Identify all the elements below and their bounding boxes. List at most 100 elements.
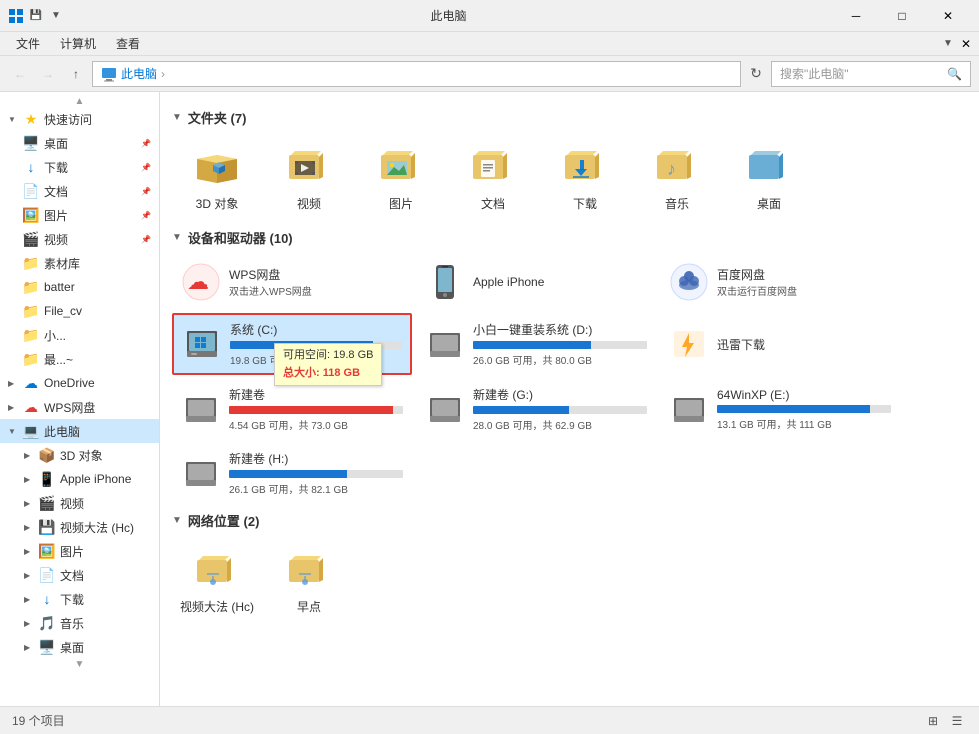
nav-bar: ← → ↑ 此电脑 › ↻ 搜索"此电脑" 🔍 — [0, 56, 979, 92]
sidebar-videos[interactable]: ▶ 🎬 视频 — [0, 491, 159, 515]
sidebar-quick-access[interactable]: ▼ ★ 快速访问 — [0, 107, 159, 131]
download-icon-2: ↓ — [38, 590, 56, 608]
drive-g[interactable]: 新建卷 (G:) 28.0 GB 可用，共 62.9 GB — [416, 379, 656, 439]
menu-view[interactable]: 查看 — [108, 33, 148, 54]
sidebar-desktop-2-label: 桌面 — [60, 639, 84, 656]
folder-downloads-icon — [561, 143, 609, 191]
refresh-button[interactable]: ↻ — [745, 62, 767, 86]
drive-new-vol-name: 新建卷 — [229, 386, 403, 403]
forward-button[interactable]: → — [36, 62, 60, 86]
pin-icon: 📌 — [141, 211, 151, 220]
scroll-down-arrow[interactable]: ▼ — [0, 659, 159, 670]
sidebar-item-filecv-label: File_cv — [44, 304, 82, 318]
wps-cloud-info: WPS网盘 双击进入WPS网盘 — [229, 266, 403, 298]
folder-icon-3: 📁 — [22, 302, 40, 320]
wps-cloud-name: WPS网盘 — [229, 266, 403, 283]
up-button[interactable]: ↑ — [64, 62, 88, 86]
sidebar-downloads-2[interactable]: ▶ ↓ 下载 — [0, 587, 159, 611]
network-video-label: 视频大法 (Hc) — [180, 598, 254, 615]
drive-g-info: 新建卷 (G:) 28.0 GB 可用，共 62.9 GB — [473, 386, 647, 432]
scroll-up-arrow[interactable]: ▲ — [0, 96, 159, 107]
menu-file[interactable]: 文件 — [8, 33, 48, 54]
network-section-title: 网络位置 (2) — [188, 511, 260, 530]
menu-bar: 文件 计算机 查看 ▼ ✕ — [0, 32, 979, 56]
drive-c-progress-wrap — [230, 341, 402, 349]
drive-e[interactable]: 64WinXP (E:) 13.1 GB 可用，共 111 GB — [660, 379, 900, 439]
search-placeholder: 搜索"此电脑" — [780, 65, 947, 82]
drive-iphone[interactable]: Apple iPhone — [416, 255, 656, 309]
drive-new-vol[interactable]: 新建卷 4.54 GB 可用，共 73.0 GB — [172, 379, 412, 439]
search-icon[interactable]: 🔍 — [947, 67, 962, 81]
thunder-icon — [669, 324, 709, 364]
network-breakfast[interactable]: 早点 — [264, 538, 354, 623]
iphone-name: Apple iPhone — [473, 275, 647, 289]
minimize-button[interactable]: ─ — [833, 0, 879, 32]
sidebar-item-materials[interactable]: 📁 素材库 — [0, 251, 159, 275]
folder-music[interactable]: ♪ 音乐 — [632, 135, 722, 220]
menu-computer[interactable]: 计算机 — [52, 33, 104, 54]
address-this-pc[interactable]: 此电脑 — [121, 65, 157, 82]
sidebar-item-downloads[interactable]: ↓ 下载 📌 — [0, 155, 159, 179]
drive-grid: ☁ WPS网盘 双击进入WPS网盘 — [172, 255, 967, 503]
sidebar-item-videos[interactable]: 🎬 视频 📌 — [0, 227, 159, 251]
sidebar-this-pc[interactable]: ▼ 💻 此电脑 — [0, 419, 159, 443]
drive-wps-cloud[interactable]: ☁ WPS网盘 双击进入WPS网盘 — [172, 255, 412, 309]
sidebar-item-desktop[interactable]: 🖥️ 桌面 📌 — [0, 131, 159, 155]
drive-icon: 💾 — [38, 518, 56, 536]
sidebar-wps-cloud[interactable]: ▶ ☁ WPS网盘 — [0, 395, 159, 419]
drive-thunder[interactable]: 迅雷下载 — [660, 313, 900, 375]
drive-d-info: 小白一键重装系统 (D:) 26.0 GB 可用，共 80.0 GB — [473, 321, 647, 367]
sidebar-item-batter[interactable]: 📁 batter — [0, 275, 159, 299]
maximize-button[interactable]: □ — [879, 0, 925, 32]
video-icon: 🎬 — [38, 494, 56, 512]
folder-3d-objects[interactable]: 3D 对象 — [172, 135, 262, 220]
save-icon[interactable]: 💾 — [28, 8, 44, 24]
network-video-method[interactable]: 视频大法 (Hc) — [172, 538, 262, 623]
folder-downloads[interactable]: 下载 — [540, 135, 630, 220]
sidebar-video-method[interactable]: ▶ 💾 视频大法 (Hc) — [0, 515, 159, 539]
folder-desktop[interactable]: 桌面 — [724, 135, 814, 220]
view-list-button[interactable]: ☰ — [947, 711, 967, 731]
sidebar-docs-2[interactable]: ▶ 📄 文档 — [0, 563, 159, 587]
drive-c-progress-bar — [230, 341, 373, 349]
drive-new-vol-stats: 4.54 GB 可用，共 73.0 GB — [229, 417, 403, 432]
sidebar-iphone[interactable]: ▶ 📱 Apple iPhone — [0, 467, 159, 491]
expand-arrow: ▼ — [8, 115, 20, 124]
folder-video[interactable]: 视频 — [264, 135, 354, 220]
sidebar-item-small[interactable]: 📁 小... — [0, 323, 159, 347]
baidu-cloud-info: 百度网盘 双击运行百度网盘 — [717, 266, 891, 298]
drive-d[interactable]: 小白一键重装系统 (D:) 26.0 GB 可用，共 80.0 GB — [416, 313, 656, 375]
sidebar-item-filecv[interactable]: 📁 File_cv — [0, 299, 159, 323]
view-grid-button[interactable]: ⊞ — [923, 711, 943, 731]
menu-expand-icon[interactable]: ▼ — [943, 38, 953, 49]
folders-section-header[interactable]: ▼ 文件夹 (7) — [172, 108, 967, 127]
close-icon-menu[interactable]: ✕ — [961, 37, 971, 51]
network-section-header[interactable]: ▼ 网络位置 (2) — [172, 511, 967, 530]
drive-baidu-cloud[interactable]: 百度网盘 双击运行百度网盘 — [660, 255, 900, 309]
folder-documents[interactable]: 文档 — [448, 135, 538, 220]
devices-section-header[interactable]: ▼ 设备和驱动器 (10) — [172, 228, 967, 247]
drive-h-progress-wrap — [229, 470, 403, 478]
folder-pictures[interactable]: 图片 — [356, 135, 446, 220]
drive-c[interactable]: 系统 (C:) 19.8 GB 可用，共 118 GB 可用空间: 19.8 G… — [172, 313, 412, 375]
pin-icon: 📌 — [141, 235, 151, 244]
expand-arrow: ▶ — [8, 403, 20, 412]
sidebar-onedrive[interactable]: ▶ ☁ OneDrive — [0, 371, 159, 395]
dropdown-icon[interactable]: ▼ — [48, 8, 64, 24]
sidebar-item-documents[interactable]: 📄 文档 📌 — [0, 179, 159, 203]
sidebar-item-recent[interactable]: 📁 最...~ — [0, 347, 159, 371]
sidebar-desktop-2[interactable]: ▶ 🖥️ 桌面 — [0, 635, 159, 659]
status-count: 19 个项目 — [12, 712, 65, 729]
address-bar[interactable]: 此电脑 › — [92, 61, 741, 87]
folder-icon-2: 📁 — [22, 278, 40, 296]
sidebar-docs-2-label: 文档 — [60, 567, 84, 584]
sidebar-pictures-2[interactable]: ▶ 🖼️ 图片 — [0, 539, 159, 563]
sidebar-3d-objects[interactable]: ▶ 📦 3D 对象 — [0, 443, 159, 467]
close-button[interactable]: ✕ — [925, 0, 971, 32]
expand-arrow: ▶ — [24, 523, 36, 532]
drive-h[interactable]: 新建卷 (H:) 26.1 GB 可用，共 82.1 GB — [172, 443, 412, 503]
sidebar-music[interactable]: ▶ 🎵 音乐 — [0, 611, 159, 635]
search-bar[interactable]: 搜索"此电脑" 🔍 — [771, 61, 971, 87]
back-button[interactable]: ← — [8, 62, 32, 86]
sidebar-item-pictures[interactable]: 🖼️ 图片 📌 — [0, 203, 159, 227]
